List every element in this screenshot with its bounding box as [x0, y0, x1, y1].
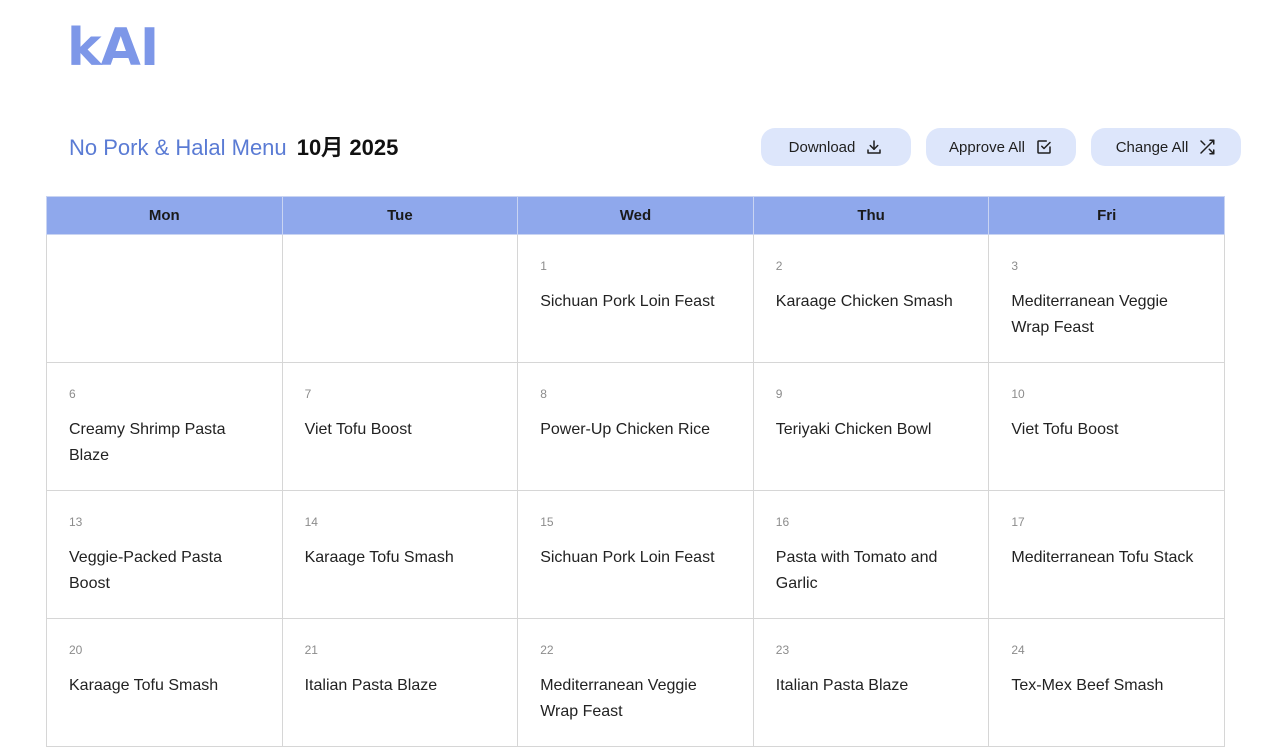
day-number: 17: [1011, 515, 1025, 529]
calendar-day-cell: [46, 234, 283, 363]
calendar-day-cell[interactable]: 24 Tex-Mex Beef Smash: [988, 618, 1225, 747]
calendar-day-cell[interactable]: 10 Viet Tofu Boost: [988, 362, 1225, 491]
calendar-day-cell: [281, 234, 519, 363]
calendar-day-cell[interactable]: 15 Sichuan Pork Loin Feast: [517, 490, 754, 619]
weekday-header-row: Mon Tue Wed Thu Fri: [46, 196, 1225, 235]
dish-name[interactable]: Pasta with Tomato and Garlic: [776, 545, 967, 597]
day-number: 3: [1011, 259, 1019, 273]
calendar-day-cell[interactable]: 6 Creamy Shrimp Pasta Blaze: [46, 362, 283, 491]
day-number: 20: [69, 643, 83, 657]
dish-name[interactable]: Sichuan Pork Loin Feast: [540, 545, 731, 571]
dish-name[interactable]: Teriyaki Chicken Bowl: [776, 417, 967, 443]
dish-name[interactable]: Mediterranean Tofu Stack: [1011, 545, 1202, 571]
checkbox-icon: [1037, 140, 1051, 154]
download-button-label: Download: [788, 138, 856, 156]
page-title: No Pork & Halal Menu 10月 2025: [69, 134, 398, 162]
calendar-day-cell[interactable]: 14 Karaage Tofu Smash: [281, 490, 519, 619]
dish-name[interactable]: Power-Up Chicken Rice: [540, 417, 731, 443]
calendar-week-row: 13 Veggie-Packed Pasta Boost 14 Karaage To…: [46, 490, 1225, 619]
day-number: 24: [1011, 643, 1025, 657]
menu-calendar: Mon Tue Wed Thu Fri 1 Sichuan Pork Loin F…: [46, 196, 1225, 747]
weekday-header: Fri: [988, 196, 1225, 235]
dish-name[interactable]: Italian Pasta Blaze: [776, 673, 967, 699]
dish-name[interactable]: Sichuan Pork Loin Feast: [540, 289, 731, 315]
dish-name[interactable]: Karaage Tofu Smash: [305, 545, 496, 571]
day-number: 7: [304, 387, 312, 401]
dish-name[interactable]: Tex-Mex Beef Smash: [1011, 673, 1202, 699]
dish-name[interactable]: Creamy Shrimp Pasta Blaze: [69, 417, 260, 469]
weekday-header: Wed: [517, 196, 754, 235]
calendar-day-cell[interactable]: 7 Viet Tofu Boost: [281, 362, 519, 491]
dish-name[interactable]: Karaage Chicken Smash: [776, 289, 967, 315]
calendar-week-row: 20 Karaage Tofu Smash 21 Italian Pasta Bla…: [46, 618, 1225, 747]
download-icon: [867, 140, 882, 154]
month-label: 10月 2025: [296, 135, 399, 160]
calendar-day-cell[interactable]: 16 Pasta with Tomato and Garlic: [752, 490, 990, 619]
day-number: 10: [1011, 387, 1025, 401]
day-number: 21: [304, 643, 318, 657]
change-all-button[interactable]: Change All: [1091, 128, 1241, 166]
calendar-day-cell[interactable]: 8 Power-Up Chicken Rice: [517, 362, 754, 491]
approve-all-button[interactable]: Approve All: [926, 128, 1076, 166]
logo: kAI: [67, 18, 159, 78]
calendar-day-cell[interactable]: 22 Mediterranean Veggie Wrap Feast: [517, 618, 754, 747]
day-number: [69, 259, 260, 273]
day-number: 14: [304, 515, 318, 529]
dish-name[interactable]: Mediterranean Veggie Wrap Feast: [540, 673, 731, 725]
day-number: 22: [540, 643, 554, 657]
day-number: 8: [540, 387, 547, 401]
weekday-header: Mon: [46, 196, 283, 235]
calendar-day-cell[interactable]: 1 Sichuan Pork Loin Feast: [517, 234, 754, 363]
day-number: [305, 259, 496, 273]
calendar-day-cell[interactable]: 9 Teriyaki Chicken Bowl: [752, 362, 990, 491]
dish-name[interactable]: Veggie-Packed Pasta Boost: [69, 545, 260, 597]
calendar-day-cell[interactable]: 2 Karaage Chicken Smash: [752, 234, 990, 363]
calendar-week-row: 1 Sichuan Pork Loin Feast 2 Karaage Chicke…: [46, 234, 1225, 363]
day-number: 2: [775, 259, 783, 273]
calendar-week-row: 6 Creamy Shrimp Pasta Blaze 7 Viet Tofu Bo…: [46, 362, 1225, 491]
day-number: 1: [540, 259, 547, 273]
weekday-header: Tue: [281, 196, 519, 235]
day-number: 6: [69, 387, 76, 401]
dish-name[interactable]: Viet Tofu Boost: [1011, 417, 1202, 443]
calendar-day-cell[interactable]: 23 Italian Pasta Blaze: [752, 618, 990, 747]
calendar-day-cell[interactable]: 13 Veggie-Packed Pasta Boost: [46, 490, 283, 619]
day-number: 9: [775, 387, 783, 401]
day-number: 15: [540, 515, 554, 529]
dish-name[interactable]: Karaage Tofu Smash: [69, 673, 260, 699]
day-number: 13: [69, 515, 83, 529]
change-all-button-label: Change All: [1115, 138, 1189, 156]
calendar-day-cell[interactable]: 20 Karaage Tofu Smash: [46, 618, 283, 747]
approve-all-button-label: Approve All: [949, 138, 1025, 156]
day-number: 16: [775, 515, 790, 529]
shuffle-icon: [1200, 139, 1215, 155]
menu-name: No Pork & Halal Menu: [69, 135, 287, 160]
dish-name[interactable]: Mediterranean Veggie Wrap Feast: [1011, 289, 1202, 341]
calendar-day-cell[interactable]: 21 Italian Pasta Blaze: [281, 618, 519, 747]
calendar-day-cell[interactable]: 3 Mediterranean Veggie Wrap Feast: [988, 234, 1225, 363]
calendar-day-cell[interactable]: 17 Mediterranean Tofu Stack: [988, 490, 1225, 619]
download-button[interactable]: Download: [761, 128, 911, 166]
day-number: 23: [775, 643, 790, 657]
dish-name[interactable]: Italian Pasta Blaze: [305, 673, 496, 699]
weekday-header: Thu: [752, 196, 990, 235]
dish-name[interactable]: Viet Tofu Boost: [305, 417, 496, 443]
